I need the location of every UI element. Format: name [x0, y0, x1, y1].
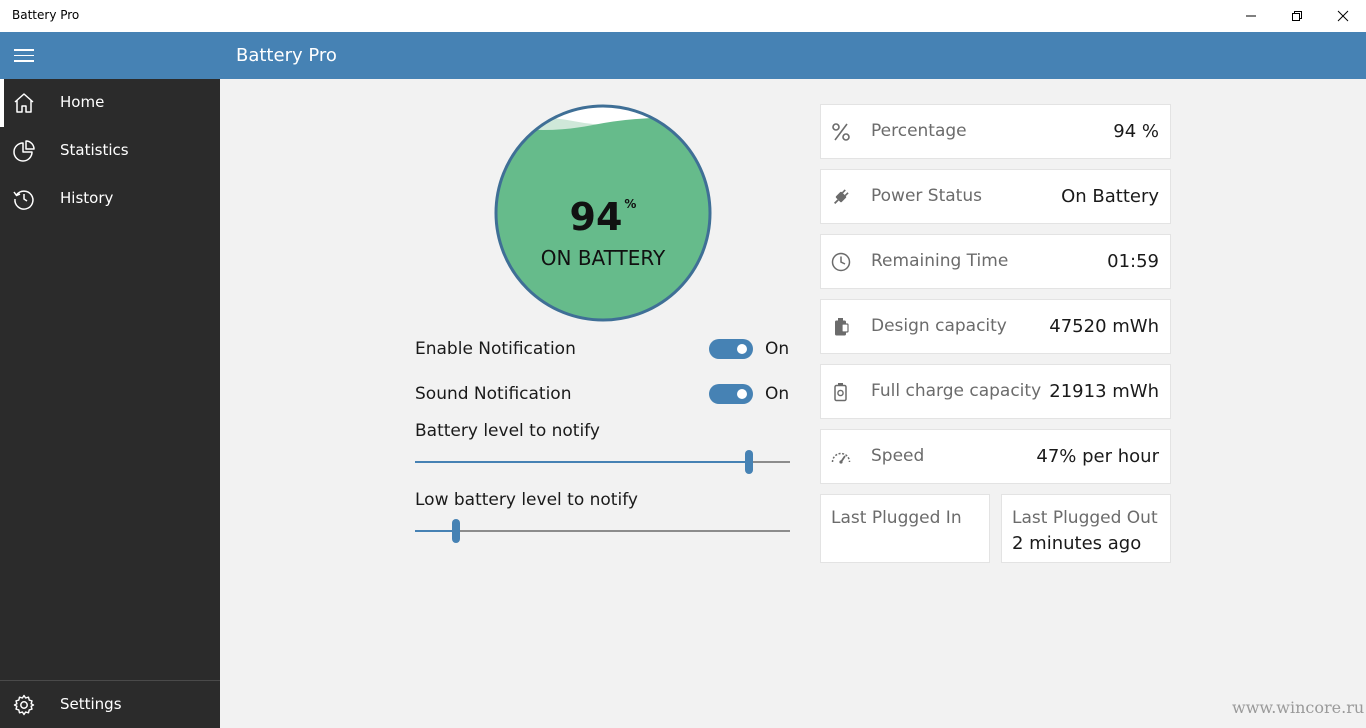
restore-button[interactable]	[1274, 0, 1320, 32]
remaining-time-card: Remaining Time 01:59	[820, 234, 1171, 289]
minimize-icon	[1246, 15, 1256, 17]
sidebar-item-history[interactable]: History	[0, 175, 220, 223]
speed-label: Speed	[871, 446, 925, 466]
sidebar-item-label: History	[60, 189, 114, 207]
last-plugged-out-value: 2 minutes ago	[1012, 533, 1142, 554]
full-charge-capacity-label: Full charge capacity	[871, 381, 1042, 401]
slider-thumb[interactable]	[745, 450, 753, 474]
remaining-time-value: 01:59	[1107, 251, 1159, 272]
power-status-label: Power Status	[871, 186, 982, 206]
last-plugged-out-label: Last Plugged Out	[1012, 508, 1158, 528]
speedometer-icon	[831, 452, 851, 464]
minimize-button[interactable]	[1228, 0, 1274, 32]
speed-card: Speed 47% per hour	[820, 429, 1171, 484]
last-plugged-in-card: Last Plugged In	[820, 494, 990, 563]
sidebar-item-statistics[interactable]: Statistics	[0, 127, 220, 175]
sound-notification-label: Sound Notification	[415, 384, 572, 404]
low-battery-level-label: Low battery level to notify	[415, 490, 638, 510]
speed-value: 47% per hour	[1036, 446, 1159, 467]
last-plugged-in-label: Last Plugged In	[831, 508, 962, 528]
close-button[interactable]	[1320, 0, 1366, 32]
battery-icon	[835, 318, 849, 336]
battery-full-icon	[834, 383, 847, 402]
enable-notification-value: On	[765, 339, 790, 359]
battery-gauge: 94% ON BATTERY	[493, 103, 713, 323]
gear-icon	[13, 694, 35, 716]
sidebar: Home Statistics History Settings	[0, 79, 220, 728]
last-plugged-out-card: Last Plugged Out 2 minutes ago	[1001, 494, 1171, 563]
full-charge-capacity-value: 21913 mWh	[1049, 381, 1159, 402]
hamburger-icon[interactable]	[0, 32, 48, 79]
home-icon	[14, 93, 34, 113]
plug-icon	[833, 189, 849, 205]
percentage-card: Percentage 94 %	[820, 104, 1171, 159]
slider-fill	[415, 530, 456, 532]
window-title: Battery Pro	[12, 8, 80, 22]
design-capacity-label: Design capacity	[871, 316, 1007, 336]
percentage-label: Percentage	[871, 121, 967, 141]
design-capacity-card: Design capacity 47520 mWh	[820, 299, 1171, 354]
enable-notification-toggle[interactable]	[709, 339, 753, 359]
remaining-time-label: Remaining Time	[871, 251, 1009, 271]
low-battery-level-slider[interactable]	[415, 519, 790, 543]
sidebar-item-label: Statistics	[60, 141, 129, 159]
app-title: Battery Pro	[236, 45, 337, 66]
design-capacity-value: 47520 mWh	[1049, 316, 1159, 337]
window-titlebar: Battery Pro	[0, 0, 1366, 32]
slider-fill	[415, 461, 749, 463]
pie-chart-icon	[13, 140, 35, 162]
app-header: Battery Pro	[0, 32, 1366, 79]
battery-level-slider[interactable]	[415, 450, 790, 474]
slider-thumb[interactable]	[452, 519, 460, 543]
sidebar-item-home[interactable]: Home	[0, 79, 220, 127]
history-icon	[13, 190, 34, 210]
close-icon	[1337, 10, 1349, 22]
full-charge-capacity-card: Full charge capacity 21913 mWh	[820, 364, 1171, 419]
battery-status-text: ON BATTERY	[540, 246, 666, 270]
battery-percent: 94%	[569, 195, 637, 239]
sound-notification-toggle[interactable]	[709, 384, 753, 404]
sidebar-item-settings[interactable]: Settings	[0, 680, 220, 728]
clock-icon	[831, 252, 851, 272]
watermark: www.wincore.ru	[1232, 698, 1365, 717]
sound-notification-value: On	[765, 384, 790, 404]
power-status-value: On Battery	[1061, 186, 1159, 207]
sidebar-item-label: Home	[60, 93, 105, 111]
percent-icon	[832, 123, 850, 141]
battery-level-label: Battery level to notify	[415, 421, 600, 441]
restore-icon	[1292, 11, 1302, 21]
enable-notification-label: Enable Notification	[415, 339, 576, 359]
power-status-card: Power Status On Battery	[820, 169, 1171, 224]
percentage-value: 94 %	[1113, 121, 1159, 142]
sidebar-item-label: Settings	[60, 695, 122, 713]
